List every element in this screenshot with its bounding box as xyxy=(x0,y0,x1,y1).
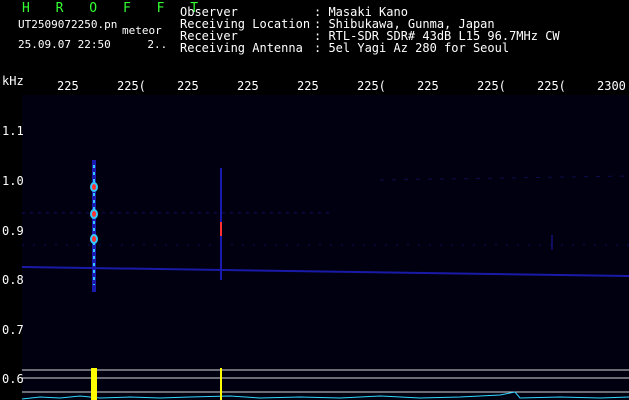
x-tick-label: 225( xyxy=(537,79,566,93)
x-tick-label: 225 xyxy=(177,79,199,93)
x-tick-label: 225 xyxy=(417,79,439,93)
waterfall-area xyxy=(22,95,629,400)
y-tick-label: 0.8 xyxy=(2,273,24,287)
y-axis-unit: kHz xyxy=(2,74,24,88)
y-tick-label: 0.7 xyxy=(2,323,24,337)
y-tick-label: 0.9 xyxy=(2,224,24,238)
x-tick-label: 225 xyxy=(237,79,259,93)
x-tick-label: 225 xyxy=(297,79,319,93)
y-tick-label: 1.0 xyxy=(2,174,24,188)
spectrum-peak xyxy=(220,368,222,400)
spectrum-peak xyxy=(91,368,97,400)
waterfall-display xyxy=(21,95,629,400)
y-tick-label: 1.1 xyxy=(2,124,24,138)
x-tick-label: 225( xyxy=(477,79,506,93)
x-tick-label: 225 xyxy=(57,79,79,93)
x-tick-label: 225( xyxy=(117,79,146,93)
hrofft-window: H R O F F T UT2509072250.pn meteor 25.09… xyxy=(0,0,629,400)
y-tick-label: 0.6 xyxy=(2,372,24,386)
x-tick-label: 225( xyxy=(357,79,386,93)
x-tick-label: 2300 xyxy=(597,79,626,93)
